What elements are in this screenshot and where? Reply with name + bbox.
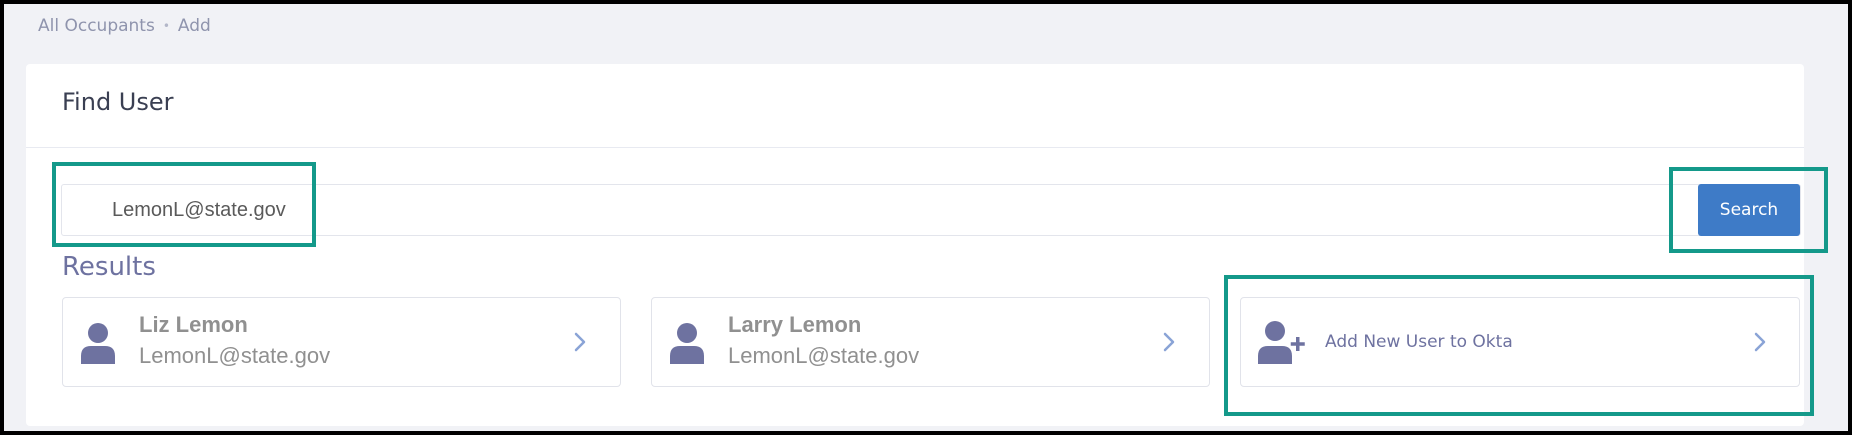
breadcrumb-all-occupants[interactable]: All Occupants: [38, 16, 155, 36]
card-divider: [26, 147, 1804, 148]
chevron-right-icon: [1163, 332, 1175, 352]
result-card-larry-lemon[interactable]: Larry Lemon LemonL@state.gov: [651, 297, 1210, 387]
breadcrumb-add: Add: [177, 16, 211, 36]
user-plus-icon: [1258, 321, 1305, 364]
breadcrumb: All Occupants • Add: [38, 16, 211, 36]
search-button[interactable]: Search: [1698, 184, 1800, 236]
result-email: LemonL@state.gov: [728, 343, 920, 368]
results-heading: Results: [62, 252, 156, 282]
search-input-wrapper: [61, 184, 1801, 236]
result-name: Liz Lemon: [139, 312, 248, 337]
card-title: Find User: [62, 88, 174, 116]
screenshot-frame: All Occupants • Add Find User Search Res…: [0, 0, 1852, 435]
chevron-right-icon: [1754, 332, 1766, 352]
result-name: Larry Lemon: [728, 312, 862, 337]
search-input[interactable]: [62, 185, 1800, 235]
add-new-user-card[interactable]: Add New User to Okta: [1240, 297, 1800, 387]
find-user-card: Find User Search Results Liz Lemon Lemon…: [26, 64, 1804, 426]
chevron-right-icon: [574, 332, 586, 352]
result-card-liz-lemon[interactable]: Liz Lemon LemonL@state.gov: [62, 297, 621, 387]
user-icon: [81, 323, 115, 364]
user-icon: [670, 323, 704, 364]
result-email: LemonL@state.gov: [139, 343, 331, 368]
breadcrumb-separator: •: [162, 19, 170, 33]
add-new-user-label: Add New User to Okta: [1325, 332, 1513, 352]
